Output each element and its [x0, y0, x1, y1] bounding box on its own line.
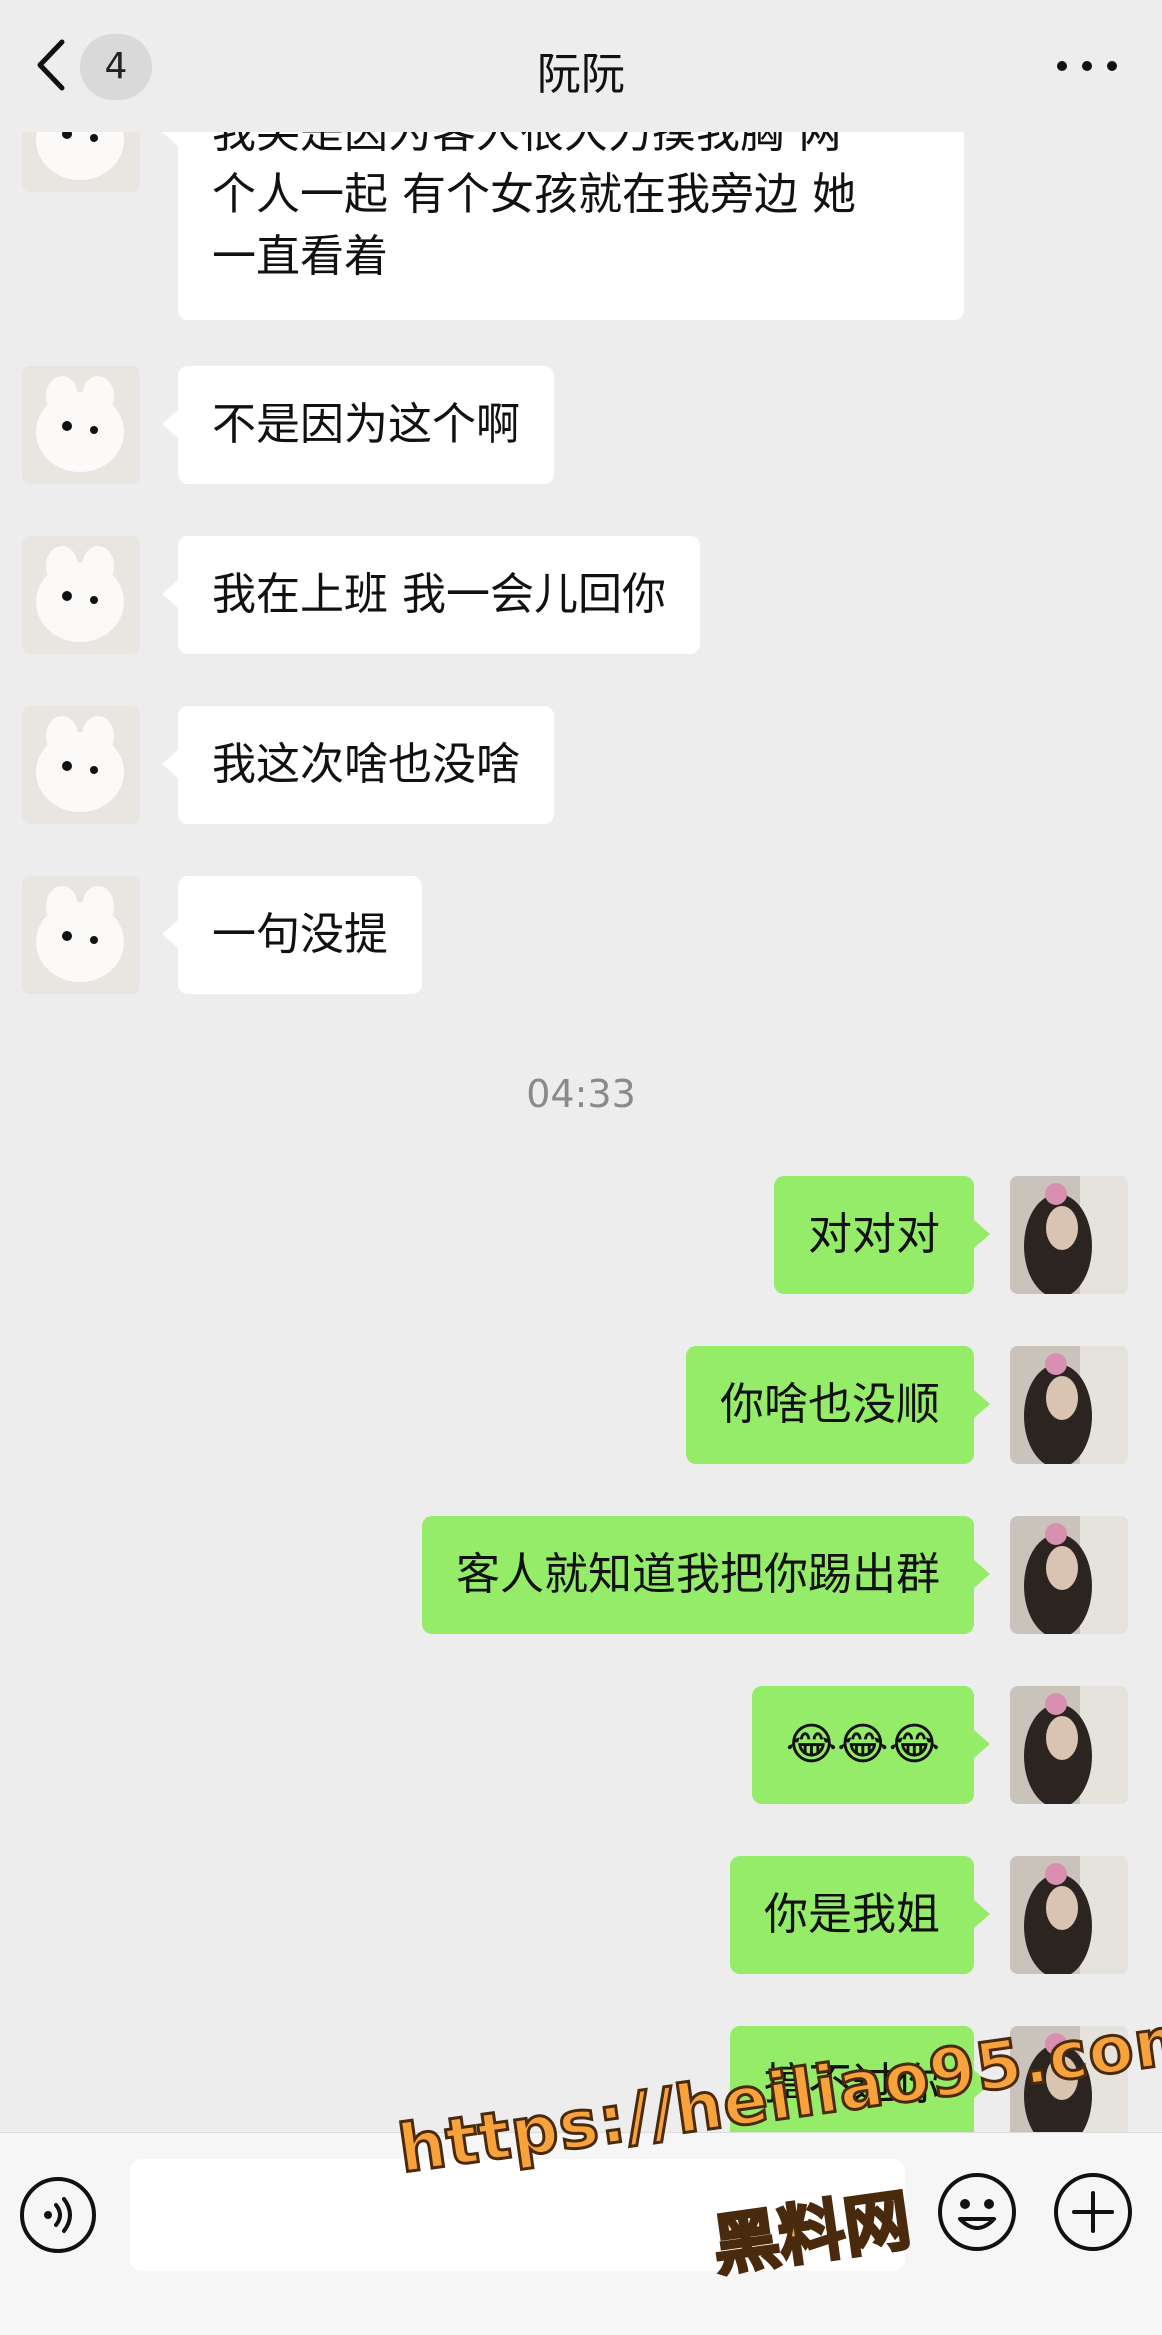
contact-avatar[interactable]: [22, 132, 140, 192]
message-bubble[interactable]: 我这次啥也没啥: [162, 706, 554, 824]
user-avatar[interactable]: [1010, 1516, 1128, 1634]
chat-header: 4 阮阮: [0, 0, 1162, 132]
message-bubble[interactable]: 你啥也没顺: [686, 1346, 990, 1464]
message-bubble[interactable]: 我笑是因为客人很大力摸我胸 两 个人一起 有个女孩就在我旁边 她 一直看着: [162, 132, 964, 320]
message-bubble[interactable]: 你是我姐: [730, 1856, 990, 1974]
emoji-button[interactable]: [936, 2171, 1018, 2253]
message-bubble[interactable]: 不是因为这个啊: [162, 366, 554, 484]
emoji-icon: [938, 2173, 1016, 2251]
chat-title: 阮阮: [537, 49, 625, 100]
more-button[interactable]: [1052, 44, 1122, 84]
message-list[interactable]: 我笑是因为客人很大力摸我胸 两 个人一起 有个女孩就在我旁边 她 一直看着 不是…: [0, 132, 1162, 2132]
plus-button[interactable]: [1052, 2171, 1134, 2253]
message-bubble[interactable]: 客人就知道我把你踢出群: [422, 1516, 990, 1634]
voice-icon: [20, 2177, 96, 2253]
more-icon: [1057, 61, 1117, 71]
voice-button[interactable]: [18, 2175, 98, 2255]
user-avatar[interactable]: [1010, 1346, 1128, 1464]
contact-avatar[interactable]: [22, 536, 140, 654]
user-avatar[interactable]: [1010, 1856, 1128, 1974]
message-bubble[interactable]: 一句没提: [162, 876, 422, 994]
message-timestamp: 04:33: [526, 1072, 636, 1116]
message-bubble[interactable]: 对对对: [774, 1176, 990, 1294]
plus-icon: [1054, 2173, 1132, 2251]
contact-avatar[interactable]: [22, 366, 140, 484]
message-bubble[interactable]: 我在上班 我一会儿回你: [162, 536, 700, 654]
message-bubble[interactable]: 😂😂😂: [751, 1686, 991, 1804]
user-avatar[interactable]: [1010, 1686, 1128, 1804]
user-avatar[interactable]: [1010, 1176, 1128, 1294]
contact-avatar[interactable]: [22, 876, 140, 994]
contact-avatar[interactable]: [22, 706, 140, 824]
